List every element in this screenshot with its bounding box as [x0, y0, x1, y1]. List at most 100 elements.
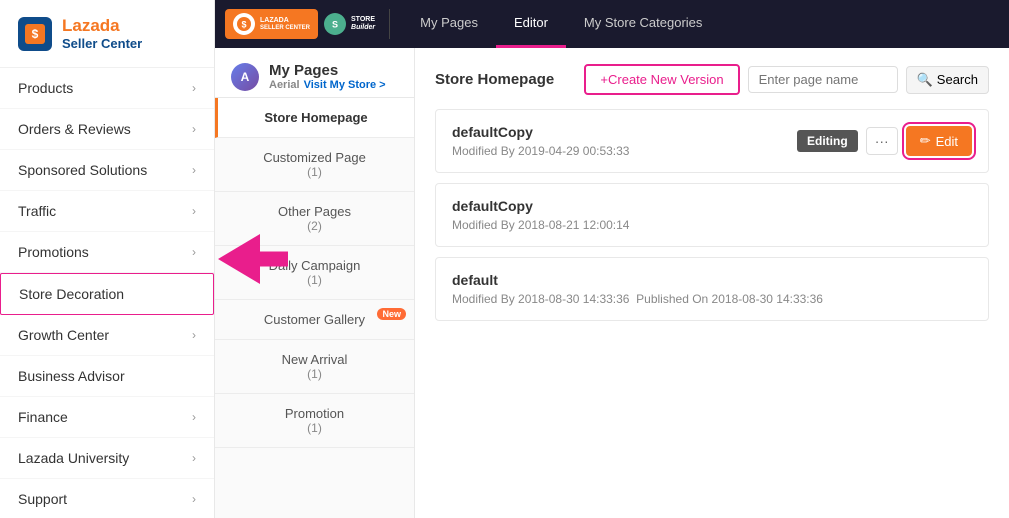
nav-divider [389, 9, 390, 39]
sidebar-item-label-sponsored-solutions: Sponsored Solutions [18, 162, 147, 178]
seller-center-label: SELLER CENTER [260, 25, 310, 32]
svg-text:$: $ [32, 27, 39, 41]
page-list-item-daily-campaign[interactable]: Daily Campaign(1) [215, 246, 414, 300]
sidebar-item-label-traffic: Traffic [18, 203, 56, 219]
page-item-label-store-homepage: Store Homepage [234, 110, 398, 125]
pages-title: My Pages [269, 62, 386, 79]
sidebar-item-label-business-advisor: Business Advisor [18, 368, 125, 384]
version-card-v3: default Modified By 2018-08-30 14:33:36 … [435, 257, 989, 321]
edit-label-v1: Edit [936, 134, 958, 149]
chevron-icon-growth-center: › [192, 328, 196, 342]
logo-subtitle: Seller Center [62, 36, 142, 51]
store-builder-icon: S [324, 13, 346, 35]
chevron-icon-sponsored-solutions: › [192, 163, 196, 177]
version-info-v3: default Modified By 2018-08-30 14:33:36 … [452, 272, 823, 306]
sidebar-item-lazada-university[interactable]: Lazada University › [0, 438, 214, 479]
page-item-count-customized-page: (1) [231, 165, 398, 179]
create-new-version-button[interactable]: +Create New Version [584, 64, 739, 95]
sidebar-item-label-promotions: Promotions [18, 244, 89, 260]
sidebar-item-traffic[interactable]: Traffic › [0, 191, 214, 232]
top-nav-link-my-pages[interactable]: My Pages [402, 0, 496, 48]
version-modified-label-v2: Modified By [452, 218, 515, 232]
logo-text: Lazada Seller Center [62, 16, 142, 51]
chevron-icon-orders-reviews: › [192, 122, 196, 136]
version-info-v1: defaultCopy Modified By 2019-04-29 00:53… [452, 124, 629, 158]
top-nav-link-my-store-categories[interactable]: My Store Categories [566, 0, 721, 48]
sidebar-item-store-decoration[interactable]: Store Decoration [0, 273, 214, 315]
svg-text:$: $ [241, 20, 246, 30]
page-item-label-customer-gallery: Customer Gallery [231, 312, 398, 327]
lazada-brand-text: LAZADA SELLER CENTER [260, 17, 310, 31]
version-meta-v1: Modified By 2019-04-29 00:53:33 [452, 144, 629, 158]
logo-title: Lazada [62, 16, 142, 36]
store-name: Aerial [269, 79, 300, 91]
top-nav: $ LAZADA SELLER CENTER S STORE Builder M [215, 0, 1009, 48]
page-item-label-promotion: Promotion [231, 406, 398, 421]
chevron-icon-finance: › [192, 410, 196, 424]
sidebar-item-label-support: Support [18, 491, 67, 507]
top-nav-brand: $ LAZADA SELLER CENTER S STORE Builder [215, 9, 385, 39]
lazada-logo-icon: $ [18, 17, 52, 51]
search-button[interactable]: 🔍 Search [906, 66, 989, 94]
page-list-item-other-pages[interactable]: Other Pages(2) [215, 192, 414, 246]
page-list-item-customer-gallery[interactable]: Customer GalleryNew [215, 300, 414, 340]
sidebar-item-label-lazada-university: Lazada University [18, 450, 129, 466]
page-list-item-new-arrival[interactable]: New Arrival(1) [215, 340, 414, 394]
version-modified-label-v1: Modified By [452, 144, 515, 158]
page-item-label-new-arrival: New Arrival [231, 352, 398, 367]
sidebar-item-support[interactable]: Support › [0, 479, 214, 518]
sidebar-item-sponsored-solutions[interactable]: Sponsored Solutions › [0, 150, 214, 191]
store-label: STORE [351, 16, 375, 24]
edit-button-v1[interactable]: ✏Edit [906, 126, 972, 156]
page-item-count-daily-campaign: (1) [231, 273, 398, 287]
page-list-header: A My Pages Aerial Visit My Store > [215, 48, 414, 98]
top-nav-link-editor[interactable]: Editor [496, 0, 566, 48]
sidebar-item-orders-reviews[interactable]: Orders & Reviews › [0, 109, 214, 150]
sidebar: $ Lazada Seller Center Products › Orders… [0, 0, 215, 518]
sidebar-nav: Products › Orders & Reviews › Sponsored … [0, 68, 214, 518]
page-list-item-promotion[interactable]: Promotion(1) [215, 394, 414, 448]
header-text: My Pages Aerial Visit My Store > [269, 62, 386, 91]
main-content: $ LAZADA SELLER CENTER S STORE Builder M [215, 0, 1009, 518]
sidebar-item-products[interactable]: Products › [0, 68, 214, 109]
more-button-v1[interactable]: ··· [866, 127, 898, 155]
version-actions-v1: Editing ··· ✏Edit [797, 126, 972, 156]
sidebar-item-business-advisor[interactable]: Business Advisor [0, 356, 214, 397]
version-meta-v3: Modified By 2018-08-30 14:33:36 Publishe… [452, 292, 823, 306]
page-area: A My Pages Aerial Visit My Store > Store… [215, 48, 1009, 518]
page-list-panel: A My Pages Aerial Visit My Store > Store… [215, 48, 415, 518]
page-item-label-other-pages: Other Pages [231, 204, 398, 219]
sidebar-item-label-store-decoration: Store Decoration [19, 286, 124, 302]
lazada-brand-icon: $ [233, 13, 255, 35]
chevron-icon-promotions: › [192, 245, 196, 259]
sidebar-item-finance[interactable]: Finance › [0, 397, 214, 438]
page-list-item-customized-page[interactable]: Customized Page(1) [215, 138, 414, 192]
page-item-count-new-arrival: (1) [231, 367, 398, 381]
header-actions: +Create New Version 🔍 Search [584, 64, 989, 95]
version-card-v1: defaultCopy Modified By 2019-04-29 00:53… [435, 109, 989, 173]
search-icon: 🔍 [917, 72, 933, 88]
version-modified-label-v3: Modified By [452, 292, 515, 306]
svg-text:S: S [332, 20, 338, 30]
version-modified-date-v2: 2018-08-21 12:00:14 [518, 218, 629, 232]
page-item-count-promotion: (1) [231, 421, 398, 435]
page-item-label-daily-campaign: Daily Campaign [231, 258, 398, 273]
search-label: Search [937, 72, 978, 87]
store-avatar: A [231, 63, 259, 91]
page-list-item-store-homepage[interactable]: Store Homepage [215, 98, 414, 138]
page-item-label-customized-page: Customized Page [231, 150, 398, 165]
page-item-count-other-pages: (2) [231, 219, 398, 233]
search-input[interactable] [748, 66, 898, 93]
sidebar-item-promotions[interactable]: Promotions › [0, 232, 214, 273]
content-panel: Store Homepage +Create New Version 🔍 Sea… [415, 48, 1009, 518]
top-nav-links: My PagesEditorMy Store Categories [402, 0, 720, 48]
version-meta-v2: Modified By 2018-08-21 12:00:14 [452, 218, 629, 232]
store-builder-text: STORE Builder [351, 16, 375, 31]
lazada-seller-center-brand: $ LAZADA SELLER CENTER [225, 9, 318, 39]
version-modified-date-v3: 2018-08-30 14:33:36 [518, 292, 629, 306]
sidebar-item-growth-center[interactable]: Growth Center › [0, 315, 214, 356]
sidebar-item-label-orders-reviews: Orders & Reviews [18, 121, 131, 137]
visit-store-link[interactable]: Visit My Store > [304, 79, 386, 91]
chevron-icon-products: › [192, 81, 196, 95]
editing-badge-v1: Editing [797, 130, 858, 152]
